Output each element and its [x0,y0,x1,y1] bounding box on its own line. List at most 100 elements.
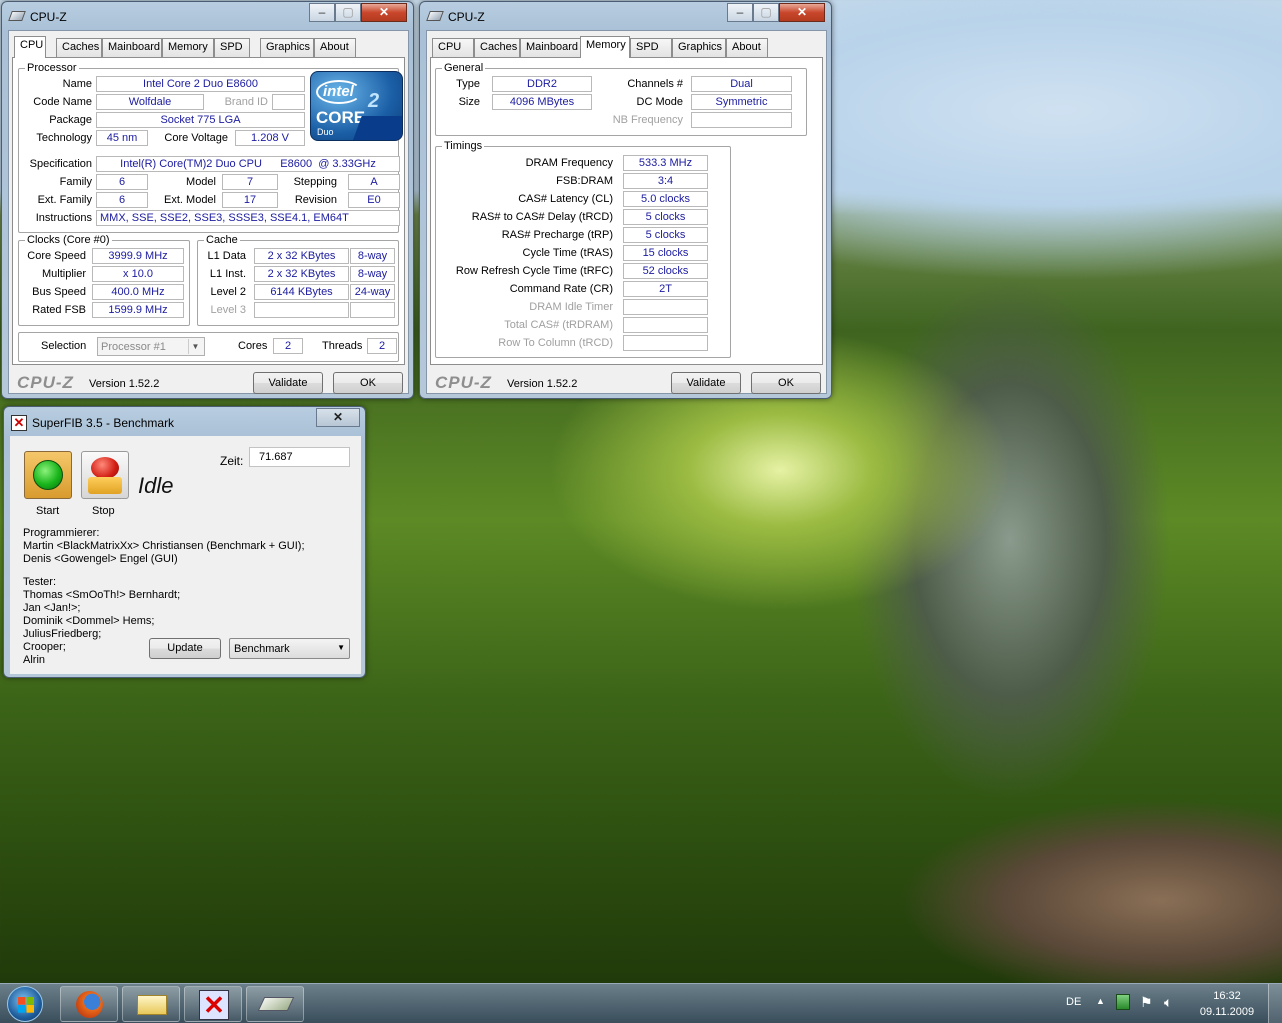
tab-cpu[interactable]: CPU [432,38,474,57]
ok-button[interactable]: OK [751,372,821,394]
start-orb-icon[interactable] [7,986,43,1022]
zeit-field: 71.687 [249,447,350,467]
title-bar[interactable]: CPU-Z – ▢ ✕ [420,2,831,30]
logo-duo: Duo [317,127,334,137]
stop-base-icon [88,477,122,494]
timing-label: Row Refresh Cycle Time (tRFC) [455,265,613,277]
timing-label: DRAM Idle Timer [529,301,613,313]
close-button[interactable]: ✕ [316,408,360,427]
stop-label: Stop [92,505,115,517]
cpuz-app-icon [8,11,26,21]
l1data-value: 2 x 32 KBytes [254,248,349,264]
language-indicator[interactable]: DE [1066,996,1081,1008]
tab-spd[interactable]: SPD [214,38,250,57]
show-hidden-icons-icon[interactable]: ▲ [1096,996,1105,1006]
processor-select[interactable]: Processor #1 ▼ [97,337,205,356]
volume-icon[interactable]: 🔈︎ [1164,994,1172,1011]
superfib-icon: ✕ [199,990,229,1020]
level3-label: Level 3 [210,304,246,316]
credits-line: Dominik <Dommel> Hems; [23,615,155,627]
tab-mainboard[interactable]: Mainboard [520,38,582,57]
codename-label: Code Name [33,96,92,108]
l1inst-way: 8-way [350,266,395,282]
timing-label: Total CAS# (tRDRAM) [504,319,613,331]
extfamily-label: Ext. Family [37,194,92,206]
green-go-icon [33,460,63,490]
l1inst-value: 2 x 32 KBytes [254,266,349,282]
timing-label: Command Rate (CR) [509,283,613,295]
tab-memory[interactable]: Memory [580,36,630,58]
tab-cpu[interactable]: CPU [14,36,46,58]
dcmode-label: DC Mode [636,96,683,108]
taskbar-cpuz[interactable] [246,986,304,1022]
timing-label: DRAM Frequency [525,157,613,169]
name-label: Name [62,78,92,90]
ok-button[interactable]: OK [333,372,403,394]
timing-label: RAS# Precharge (tRP) [501,229,613,241]
close-button[interactable]: ✕ [779,3,825,22]
credits-line: Programmierer: [23,527,100,539]
mode-select[interactable]: Benchmark ▼ [229,638,350,659]
title-bar[interactable]: ✕ SuperFIB 3.5 - Benchmark ✕ [4,407,365,435]
maximize-button[interactable]: ▢ [335,3,361,22]
close-button[interactable]: ✕ [361,3,407,22]
timing-label: RAS# to CAS# Delay (tRCD) [471,211,613,223]
threads-value: 2 [367,338,397,354]
update-button[interactable]: Update [149,638,221,659]
cores-label: Cores [238,340,268,352]
selection-group: Selection Processor #1 ▼ Cores 2 Threads… [18,332,399,362]
family-label: Family [59,176,92,188]
extfamily-value: 6 [96,192,148,208]
start-button[interactable] [24,451,72,499]
type-label: Type [456,78,480,90]
stop-button[interactable] [81,451,129,499]
taskbar: ✕ DE ▲ ⚑ 🔈︎ 16:32 09.11.2009 [0,983,1282,1023]
package-value: Socket 775 LGA [96,112,305,128]
tab-memory[interactable]: Memory [162,38,214,57]
chevron-down-icon: ▼ [188,339,202,354]
timing-label: Row To Column (tRCD) [498,337,613,349]
timing-value: 15 clocks [623,245,708,261]
stepping-label: Stepping [293,176,337,188]
credits-line: Thomas <SmOoTh!> Bernhardt; [23,589,181,601]
taskbar-firefox[interactable] [60,986,118,1022]
package-label: Package [49,114,92,126]
timings-group: Timings DRAM Frequency 533.3 MHz FSB:DRA… [435,140,731,358]
maximize-button[interactable]: ▢ [753,3,779,22]
model-label: Model [186,176,216,188]
window-title: SuperFIB 3.5 - Benchmark [32,416,175,430]
red-stop-icon [91,457,119,479]
tab-caches[interactable]: Caches [56,38,102,57]
corevoltage-label: Core Voltage [164,132,228,144]
validate-button[interactable]: Validate [671,372,741,394]
tab-mainboard[interactable]: Mainboard [102,38,162,57]
taskbar-mail[interactable] [122,986,180,1022]
tab-graphics[interactable]: Graphics [672,38,726,57]
validate-button[interactable]: Validate [253,372,323,394]
cpuz-cpu-window: CPU-Z – ▢ ✕ CPU Caches Mainboard Memory … [1,1,414,399]
title-bar[interactable]: CPU-Z – ▢ ✕ [2,2,413,30]
tab-about[interactable]: About [314,38,356,57]
tab-spd[interactable]: SPD [630,38,672,57]
tab-caches[interactable]: Caches [474,38,520,57]
processor-group: Processor Name Intel Core 2 Duo E8600 Co… [18,62,403,233]
family-value: 6 [96,174,148,190]
taskbar-superfib[interactable]: ✕ [184,986,242,1022]
revision-label: Revision [294,194,337,206]
minimize-button[interactable]: – [309,3,335,22]
level2-way: 24-way [350,284,395,300]
timing-value: 52 clocks [623,263,708,279]
channels-label: Channels # [627,78,683,90]
clock[interactable]: 16:32 09.11.2009 [1192,988,1262,1020]
version-label: Version 1.52.2 [89,378,160,390]
l1inst-label: L1 Inst. [209,268,246,280]
minimize-button[interactable]: – [727,3,753,22]
show-desktop-button[interactable] [1268,984,1282,1023]
network-icon[interactable] [1116,994,1130,1010]
tab-about[interactable]: About [726,38,768,57]
chevron-down-icon: ▼ [337,643,345,652]
action-center-flag-icon[interactable]: ⚑ [1140,994,1153,1011]
tab-graphics[interactable]: Graphics [260,38,314,57]
mode-select-value: Benchmark [234,643,290,655]
clock-date: 09.11.2009 [1199,1006,1255,1018]
